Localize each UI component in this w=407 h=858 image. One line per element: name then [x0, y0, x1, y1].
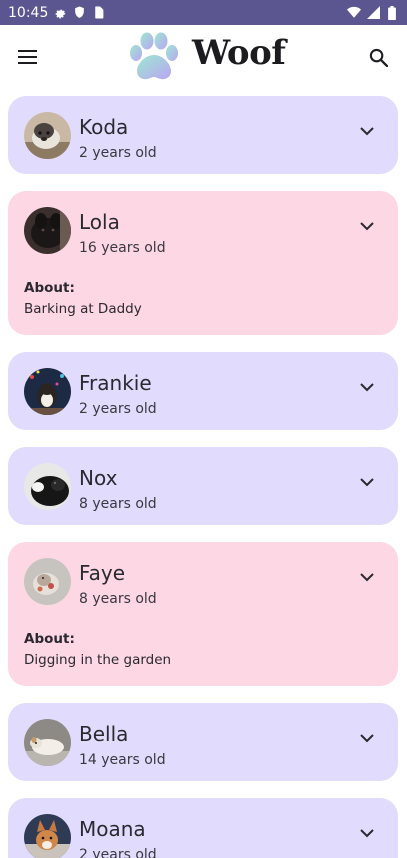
dog-name: Faye — [79, 561, 126, 585]
dog-card-koda[interactable]: Koda 2 years old — [8, 96, 398, 174]
expand-button[interactable] — [354, 469, 380, 495]
dog-avatar-frankie — [24, 368, 71, 415]
paw-icon — [128, 31, 180, 83]
collapse-button[interactable] — [354, 564, 380, 590]
chevron-down-icon — [360, 221, 374, 230]
wifi-icon — [347, 6, 361, 20]
dog-card-lola[interactable]: Lola 16 years old About: Barking at Dadd… — [8, 191, 398, 335]
search-icon — [369, 48, 388, 67]
dog-avatar-lola — [24, 207, 71, 254]
status-time: 10:45 — [8, 4, 49, 21]
chevron-down-icon — [360, 733, 374, 742]
chevron-down-icon — [360, 477, 374, 486]
dog-card-nox[interactable]: Nox 8 years old — [8, 447, 398, 525]
gear-icon — [53, 6, 67, 20]
dog-name: Lola — [79, 210, 120, 234]
signal-icon — [366, 6, 380, 20]
collapse-button[interactable] — [354, 213, 380, 239]
search-button[interactable] — [362, 41, 394, 73]
dog-name: Frankie — [79, 371, 152, 395]
dog-age: 8 years old — [79, 496, 157, 512]
expand-button[interactable] — [354, 118, 380, 144]
dog-age: 8 years old — [79, 591, 157, 607]
hamburger-menu-icon — [18, 50, 37, 64]
expand-button[interactable] — [354, 820, 380, 846]
dog-name: Moana — [79, 817, 146, 841]
dog-age: 2 years old — [79, 145, 157, 161]
dog-card-frankie[interactable]: Frankie 2 years old — [8, 352, 398, 430]
expand-button[interactable] — [354, 374, 380, 400]
dog-avatar-nox — [24, 463, 71, 510]
sim-card-icon — [91, 6, 105, 20]
chevron-down-icon — [360, 828, 374, 837]
dog-age: 16 years old — [79, 240, 166, 256]
dog-card-moana[interactable]: Moana 2 years old — [8, 798, 398, 858]
dog-avatar-moana — [24, 814, 71, 858]
about-label: About: — [24, 280, 75, 296]
status-bar: 10:45 — [0, 0, 407, 25]
dog-avatar-koda — [24, 112, 71, 159]
dog-age: 14 years old — [79, 752, 166, 768]
dog-name: Koda — [79, 115, 129, 139]
dog-age: 2 years old — [79, 847, 157, 858]
app-title: Woof — [192, 33, 286, 73]
about-text: Digging in the garden — [24, 652, 172, 668]
about-text: Barking at Daddy — [24, 301, 142, 317]
chevron-down-icon — [360, 382, 374, 391]
chevron-down-icon — [360, 126, 374, 135]
dog-age: 2 years old — [79, 401, 157, 417]
shield-icon — [72, 6, 86, 20]
menu-button[interactable] — [12, 41, 44, 73]
dog-card-faye[interactable]: Faye 8 years old About: Digging in the g… — [8, 542, 398, 686]
app-bar: Woof — [0, 25, 407, 89]
dog-name: Bella — [79, 722, 129, 746]
expand-button[interactable] — [354, 725, 380, 751]
about-label: About: — [24, 631, 75, 647]
dog-avatar-bella — [24, 719, 71, 766]
dog-name: Nox — [79, 466, 118, 490]
battery-icon — [385, 5, 399, 20]
dog-list[interactable]: Koda 2 years old Lola 16 years old About… — [0, 89, 407, 858]
dog-card-bella[interactable]: Bella 14 years old — [8, 703, 398, 781]
chevron-down-icon — [360, 572, 374, 581]
dog-avatar-faye — [24, 558, 71, 605]
